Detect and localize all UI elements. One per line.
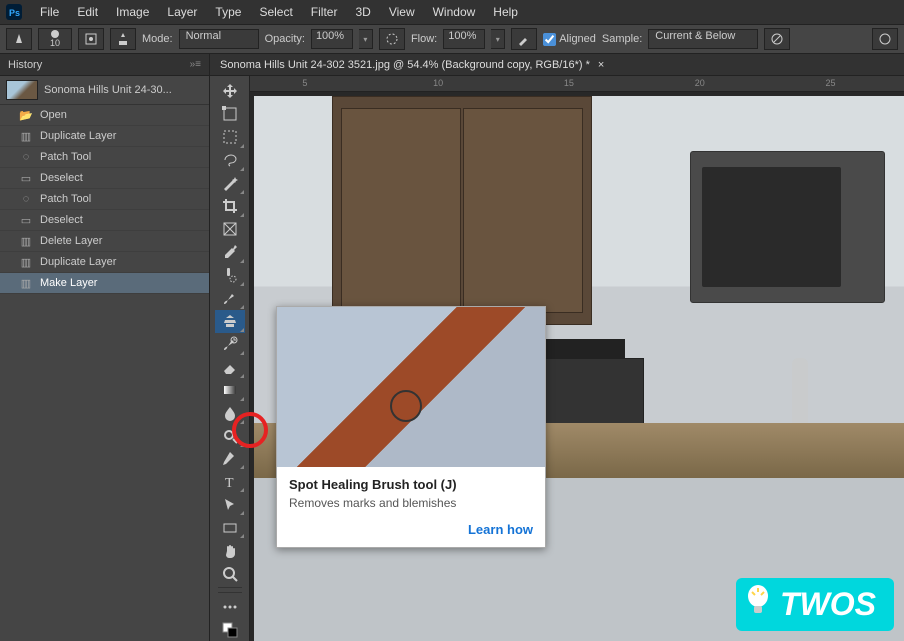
pressure-opacity-icon[interactable] [379, 28, 405, 50]
history-step-icon: ◌ [18, 192, 34, 206]
clone-source-icon[interactable] [110, 28, 136, 50]
history-step-icon: ▭ [18, 213, 34, 227]
menu-filter[interactable]: Filter [303, 3, 346, 21]
tool-move[interactable] [215, 80, 245, 103]
history-step-icon: ▥ [18, 129, 34, 143]
ignore-adjustment-layers-icon[interactable] [764, 28, 790, 50]
history-item[interactable]: ◌Patch Tool [0, 189, 209, 210]
history-item[interactable]: ▥Duplicate Layer [0, 252, 209, 273]
tool-blur[interactable] [215, 402, 245, 425]
tooltip-preview-image [277, 307, 545, 467]
tool-magic-wand[interactable] [215, 172, 245, 195]
tool-lasso[interactable] [215, 149, 245, 172]
tool-eraser[interactable] [215, 356, 245, 379]
chevron-down-icon[interactable]: ▾ [491, 29, 505, 49]
history-item[interactable]: ▥Duplicate Layer [0, 126, 209, 147]
history-item[interactable]: ◌Patch Tool [0, 147, 209, 168]
svg-text:Ps: Ps [9, 8, 20, 18]
tool-crop[interactable] [215, 195, 245, 218]
brush-settings-icon[interactable] [78, 28, 104, 50]
document-tab[interactable]: Sonoma Hills Unit 24-302 3521.jpg @ 54.4… [210, 54, 904, 76]
tool-rectangle[interactable] [215, 516, 245, 539]
tool-edit-toolbar[interactable] [215, 595, 245, 618]
menu-select[interactable]: Select [251, 3, 300, 21]
close-icon[interactable]: × [598, 59, 604, 71]
history-panel-header[interactable]: History »≡ [0, 54, 209, 76]
airbrush-icon[interactable] [511, 28, 537, 50]
document-area: Sonoma Hills Unit 24-302 3521.jpg @ 54.4… [210, 54, 904, 641]
menu-image[interactable]: Image [108, 3, 157, 21]
menu-help[interactable]: Help [485, 3, 526, 21]
tool-marquee[interactable] [215, 126, 245, 149]
app-menubar: Ps File Edit Image Layer Type Select Fil… [0, 0, 904, 24]
flow-label: Flow: [411, 33, 437, 45]
history-step-icon: ▭ [18, 171, 34, 185]
menu-file[interactable]: File [32, 3, 67, 21]
history-item[interactable]: 📂Open [0, 105, 209, 126]
tool-artboard[interactable] [215, 103, 245, 126]
chevron-down-icon[interactable]: ▾ [359, 29, 373, 49]
sample-label: Sample: [602, 33, 642, 45]
tool-path-select[interactable] [215, 493, 245, 516]
history-step-icon: ▥ [18, 276, 34, 290]
history-step-icon: ◌ [18, 150, 34, 164]
history-item[interactable]: ▭Deselect [0, 210, 209, 231]
opacity-input[interactable]: 100% [311, 29, 353, 49]
tooltip-description: Removes marks and blemishes [289, 496, 533, 510]
flow-input[interactable]: 100% [443, 29, 485, 49]
tool-gradient[interactable] [215, 379, 245, 402]
brush-preset-picker[interactable]: 10 [38, 28, 72, 50]
history-snapshot[interactable]: Sonoma Hills Unit 24-30... [0, 76, 209, 105]
panel-menu-icon[interactable]: »≡ [190, 59, 201, 70]
history-item[interactable]: ▥Delete Layer [0, 231, 209, 252]
ruler-horizontal: 5 10 15 20 25 [250, 76, 904, 92]
tool-pen[interactable] [215, 448, 245, 471]
tooltip-learn-link[interactable]: Learn how [277, 518, 545, 547]
menu-3d[interactable]: 3D [347, 3, 378, 21]
options-bar: 10 Mode: Normal Opacity: 100% ▾ Flow: 100… [0, 24, 904, 54]
history-step-icon: 📂 [18, 108, 34, 122]
menu-type[interactable]: Type [207, 3, 249, 21]
tool-preset-picker[interactable] [6, 28, 32, 50]
opacity-label: Opacity: [265, 33, 305, 45]
menu-window[interactable]: Window [425, 3, 484, 21]
tool-fg-bg[interactable] [215, 618, 245, 641]
menu-view[interactable]: View [381, 3, 423, 21]
history-step-icon: ▥ [18, 234, 34, 248]
menu-layer[interactable]: Layer [159, 3, 205, 21]
sample-select[interactable]: Current & Below [648, 29, 758, 49]
menu-edit[interactable]: Edit [69, 3, 106, 21]
mode-label: Mode: [142, 33, 173, 45]
tool-type[interactable]: T [215, 470, 245, 493]
history-item[interactable]: ▥Make Layer [0, 273, 209, 294]
history-list: 📂Open▥Duplicate Layer◌Patch Tool▭Deselec… [0, 105, 209, 641]
toolbox: T [210, 76, 250, 641]
tool-zoom[interactable] [215, 562, 245, 585]
tool-brush[interactable] [215, 287, 245, 310]
tool-dodge[interactable] [215, 425, 245, 448]
aligned-checkbox[interactable]: Aligned [543, 33, 596, 46]
photoshop-logo-icon: Ps [4, 2, 24, 22]
tooltip-title: Spot Healing Brush tool (J) [289, 477, 533, 492]
tool-spot-healing[interactable] [215, 264, 245, 287]
tool-history-brush[interactable] [215, 333, 245, 356]
tool-tooltip: Spot Healing Brush tool (J) Removes mark… [276, 306, 546, 548]
history-step-icon: ▥ [18, 255, 34, 269]
tool-hand[interactable] [215, 539, 245, 562]
history-panel: History »≡ Sonoma Hills Unit 24-30... 📂O… [0, 54, 210, 641]
history-item[interactable]: ▭Deselect [0, 168, 209, 189]
tool-clone-stamp[interactable] [215, 310, 245, 333]
lightbulb-icon [744, 584, 772, 616]
mode-select[interactable]: Normal [179, 29, 259, 49]
document-thumb-icon [6, 80, 38, 100]
tool-frame[interactable] [215, 218, 245, 241]
tool-eyedropper[interactable] [215, 241, 245, 264]
pressure-size-icon[interactable] [872, 28, 898, 50]
svg-text:T: T [225, 476, 234, 491]
overlay-watermark: TWOS [736, 578, 894, 631]
